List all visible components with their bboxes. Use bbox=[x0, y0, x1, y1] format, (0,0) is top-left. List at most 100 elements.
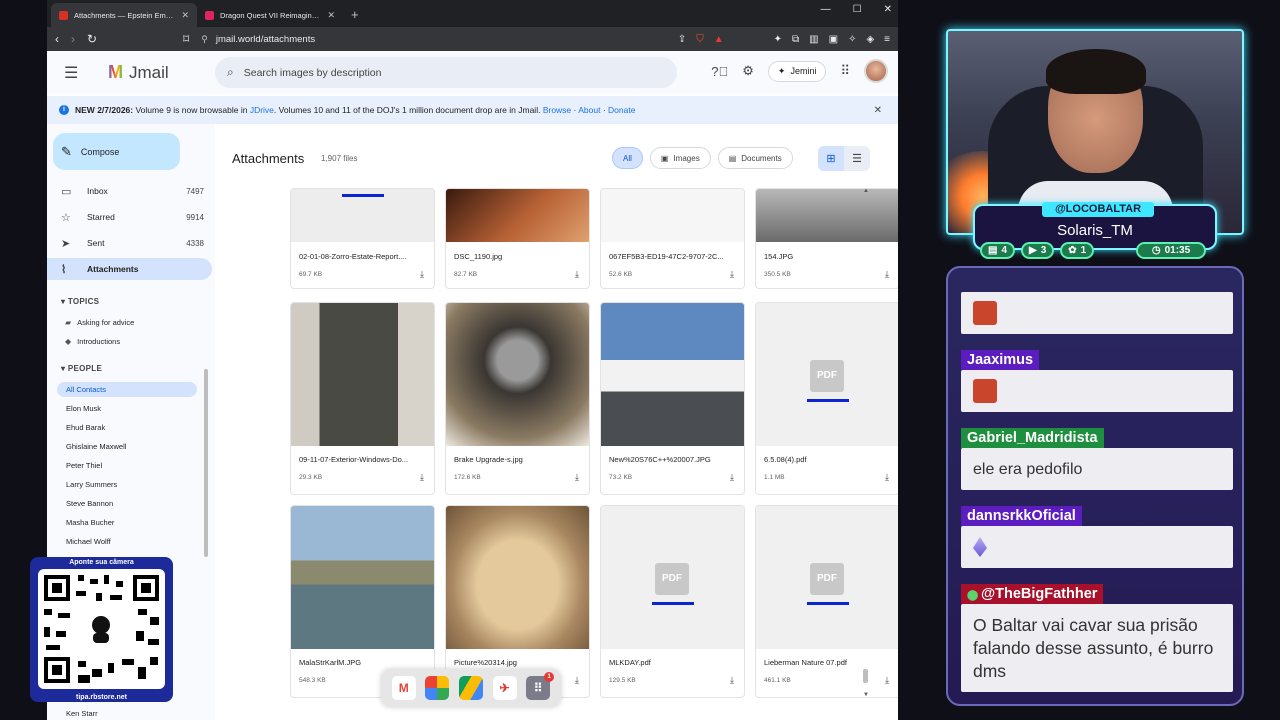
about-link[interactable]: About bbox=[578, 105, 600, 115]
donate-link[interactable]: Donate bbox=[608, 105, 635, 115]
download-icon[interactable]: ⤓ bbox=[420, 269, 424, 280]
sidebar-icon[interactable]: ▥ bbox=[809, 34, 818, 45]
sidebar-item-starred[interactable]: ☆ Starred 9914 bbox=[47, 206, 212, 228]
person-item[interactable]: Ehud Barak bbox=[57, 420, 197, 435]
help-icon[interactable]: ?⃝ bbox=[711, 64, 728, 79]
browser-tab-attachments[interactable]: Attachments — Epstein Emails ✕ bbox=[51, 3, 197, 27]
wallet-icon[interactable]: ▣ bbox=[829, 34, 838, 45]
view-toggle: ⊞ ☰ bbox=[818, 146, 870, 171]
scroll-thumb[interactable] bbox=[863, 669, 868, 683]
forward-icon[interactable]: › bbox=[71, 32, 75, 46]
download-icon[interactable]: ⤓ bbox=[575, 269, 579, 280]
sidebar-item-attachments[interactable]: ⌇ Attachments bbox=[47, 258, 212, 280]
scroll-up-icon[interactable]: ▲ bbox=[863, 188, 869, 194]
extension-badge-icon[interactable]: ▲ bbox=[714, 34, 724, 45]
file-name: New%20S76C++%20007.JPG bbox=[609, 455, 711, 464]
file-thumbnail bbox=[291, 303, 434, 446]
window-close-icon[interactable]: ✕ bbox=[884, 4, 892, 15]
minimize-icon[interactable]: — bbox=[821, 4, 831, 15]
puzzle-icon[interactable]: ✦ bbox=[774, 34, 782, 45]
file-card[interactable]: DSC_1190.jpg 82.7 KB ⤓ bbox=[445, 188, 590, 289]
site-info-icon[interactable]: ⚲ bbox=[201, 34, 208, 45]
download-icon[interactable]: ⤓ bbox=[575, 675, 579, 686]
tab-close-icon[interactable]: ✕ bbox=[327, 10, 335, 21]
jdrive-link[interactable]: JDrive bbox=[250, 105, 274, 115]
apps-grid-icon[interactable]: ⠿ bbox=[840, 63, 850, 79]
download-icon[interactable]: ⤓ bbox=[885, 269, 889, 280]
grid-view-icon[interactable]: ⊞ bbox=[818, 146, 844, 171]
file-card[interactable]: PDF 6.5.08(4).pdf 1.1 MB ⤓ bbox=[755, 302, 898, 495]
person-item[interactable]: Elon Musk bbox=[57, 401, 197, 416]
scroll-down-icon[interactable]: ▼ bbox=[863, 692, 869, 698]
file-card[interactable]: New%20S76C++%20007.JPG 73.2 KB ⤓ bbox=[600, 302, 745, 495]
main-menu-icon[interactable]: ☰ bbox=[64, 63, 84, 83]
flights-app-icon[interactable]: ✈ bbox=[492, 676, 517, 700]
file-card[interactable]: 154.JPG 350.5 KB ⤓ bbox=[755, 188, 898, 289]
share-icon[interactable]: ⇪ bbox=[678, 34, 686, 45]
person-item[interactable]: Michael Wolff bbox=[57, 534, 197, 549]
topic-item[interactable]: ◆ Introductions bbox=[65, 337, 120, 346]
new-tab-button[interactable]: + bbox=[343, 3, 367, 27]
file-card[interactable]: 09-11-07-Exterior-Windows-Do... 29.3 KB … bbox=[290, 302, 435, 495]
back-icon[interactable]: ‹ bbox=[55, 32, 59, 46]
person-item[interactable]: Peter Thiel bbox=[57, 458, 197, 473]
filter-documents[interactable]: ▤ Documents bbox=[717, 147, 793, 169]
topics-header[interactable]: ▾ TOPICS bbox=[61, 297, 99, 306]
download-icon[interactable]: ⤓ bbox=[730, 675, 734, 686]
settings-gear-icon[interactable]: ⚙ bbox=[742, 63, 754, 79]
person-item[interactable]: Masha Bucher bbox=[57, 515, 197, 530]
avatar[interactable] bbox=[864, 59, 888, 83]
browse-link[interactable]: Browse bbox=[543, 105, 571, 115]
menu-icon[interactable]: ≡ bbox=[884, 34, 890, 45]
jemini-button[interactable]: ✦ Jemini bbox=[767, 60, 827, 82]
banner-close-icon[interactable]: ✕ bbox=[874, 105, 882, 116]
ai-icon[interactable]: ✧ bbox=[848, 34, 856, 45]
download-icon[interactable]: ⤓ bbox=[575, 472, 579, 483]
file-card[interactable]: Brake Upgrade-s.jpg 172.6 KB ⤓ bbox=[445, 302, 590, 495]
person-item[interactable]: Ghislaine Maxwell bbox=[57, 439, 197, 454]
download-icon[interactable]: ⤓ bbox=[730, 472, 734, 483]
stat-value: 1 bbox=[1080, 245, 1087, 256]
logo-mark-icon: M bbox=[108, 62, 123, 82]
url-field[interactable]: ⚲ jmail.world/attachments bbox=[201, 34, 666, 45]
brave-shield-icon[interactable]: ⛉ bbox=[696, 34, 704, 45]
compose-button[interactable]: ✎ Compose bbox=[53, 133, 180, 170]
download-icon[interactable]: ⤓ bbox=[885, 472, 889, 483]
photos-app-icon[interactable] bbox=[425, 676, 450, 700]
sidebar-item-inbox[interactable]: ▭ Inbox 7497 bbox=[47, 180, 212, 202]
main-scrollbar[interactable]: ▲ ▼ bbox=[863, 188, 869, 698]
people-header[interactable]: ▾ PEOPLE bbox=[61, 364, 102, 373]
person-item[interactable]: Steve Bannon bbox=[57, 496, 197, 511]
filter-all[interactable]: All bbox=[612, 147, 643, 169]
screenshot-icon[interactable]: ⧉ bbox=[792, 34, 799, 45]
person-all-contacts[interactable]: All Contacts bbox=[57, 382, 197, 397]
file-card[interactable]: 02-01-08-Zorro-Estate-Report.... 69.7 KB… bbox=[290, 188, 435, 289]
sidebar-scrollbar[interactable] bbox=[204, 369, 208, 557]
gmail-app-icon[interactable]: M bbox=[391, 676, 416, 700]
file-card[interactable]: 067EF5B3-ED19-47C2-9707-2C... 52.6 KB ⤓ bbox=[600, 188, 745, 289]
sidebar-item-sent[interactable]: ➤ Sent 4338 bbox=[47, 232, 212, 254]
chat-message: Jaaximus bbox=[961, 350, 1233, 414]
reload-icon[interactable]: ↻ bbox=[87, 32, 97, 46]
bookmark-icon[interactable]: ⌑ bbox=[183, 32, 189, 46]
maximize-icon[interactable]: ☐ bbox=[853, 4, 862, 15]
download-icon[interactable]: ⤓ bbox=[885, 675, 889, 686]
drive-app-icon[interactable] bbox=[458, 676, 483, 700]
chat-message: ⬤ @TheBigFathher O Baltar vai cavar sua … bbox=[961, 584, 1233, 694]
topic-item[interactable]: ▰ Asking for advice bbox=[65, 318, 134, 327]
apps-launcher-icon[interactable]: ⠿ 1 bbox=[526, 672, 555, 700]
file-card[interactable]: PDF Lieberman Nature 07.pdf 461.1 KB ⤓ bbox=[755, 505, 898, 698]
stream-stats: ▤ 4 ▶ 3 ✿ 1 ◷ 01:35 bbox=[980, 242, 1206, 259]
download-icon[interactable]: ⤓ bbox=[730, 269, 734, 280]
person-item[interactable]: Larry Summers bbox=[57, 477, 197, 492]
browser-tab-dragon-quest[interactable]: Dragon Quest VII Reimagined | Xsolla Par… bbox=[197, 3, 343, 27]
filter-images[interactable]: ▣ Images bbox=[649, 147, 711, 169]
person-item[interactable]: Ken Starr bbox=[57, 706, 197, 720]
search-input[interactable]: ⌕ Search images by description bbox=[215, 57, 677, 88]
app-logo[interactable]: M Jmail bbox=[108, 62, 169, 83]
download-icon[interactable]: ⤓ bbox=[420, 472, 424, 483]
tab-close-icon[interactable]: ✕ bbox=[181, 10, 189, 21]
vpn-icon[interactable]: ◈ bbox=[866, 34, 874, 45]
file-card[interactable]: PDF MLKDAY.pdf 129.5 KB ⤓ bbox=[600, 505, 745, 698]
list-view-icon[interactable]: ☰ bbox=[844, 146, 870, 171]
